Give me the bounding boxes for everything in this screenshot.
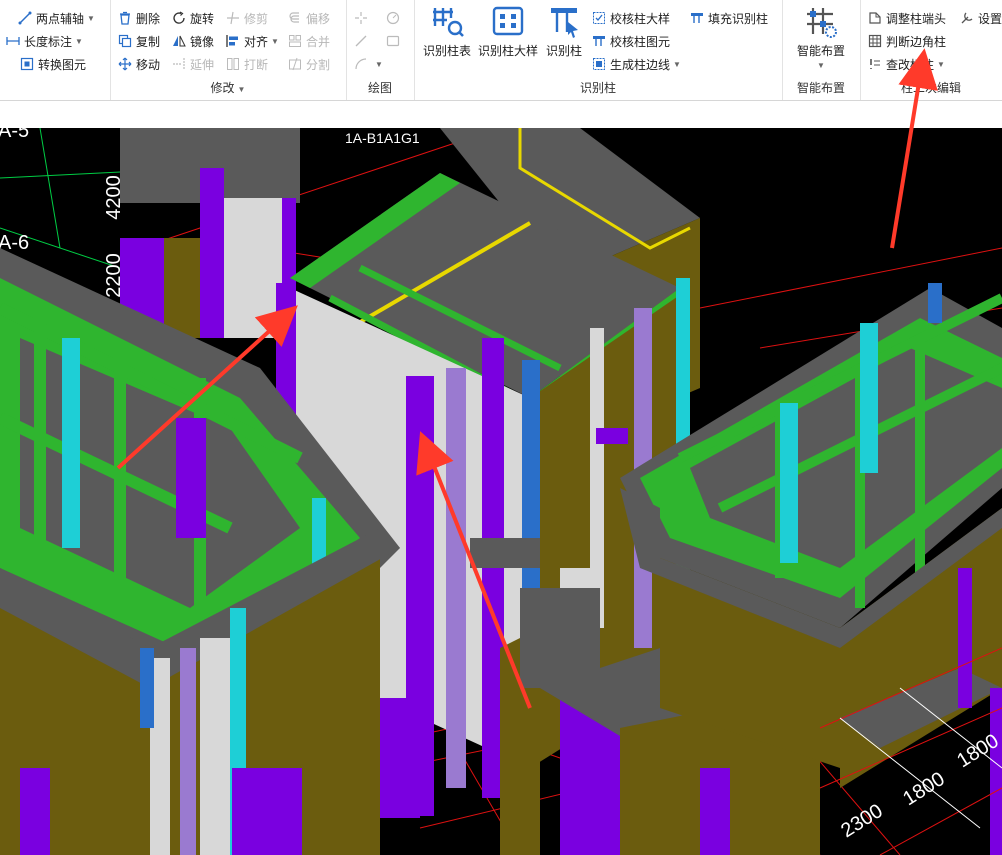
annotation-arrow-ribbon <box>890 48 938 249</box>
